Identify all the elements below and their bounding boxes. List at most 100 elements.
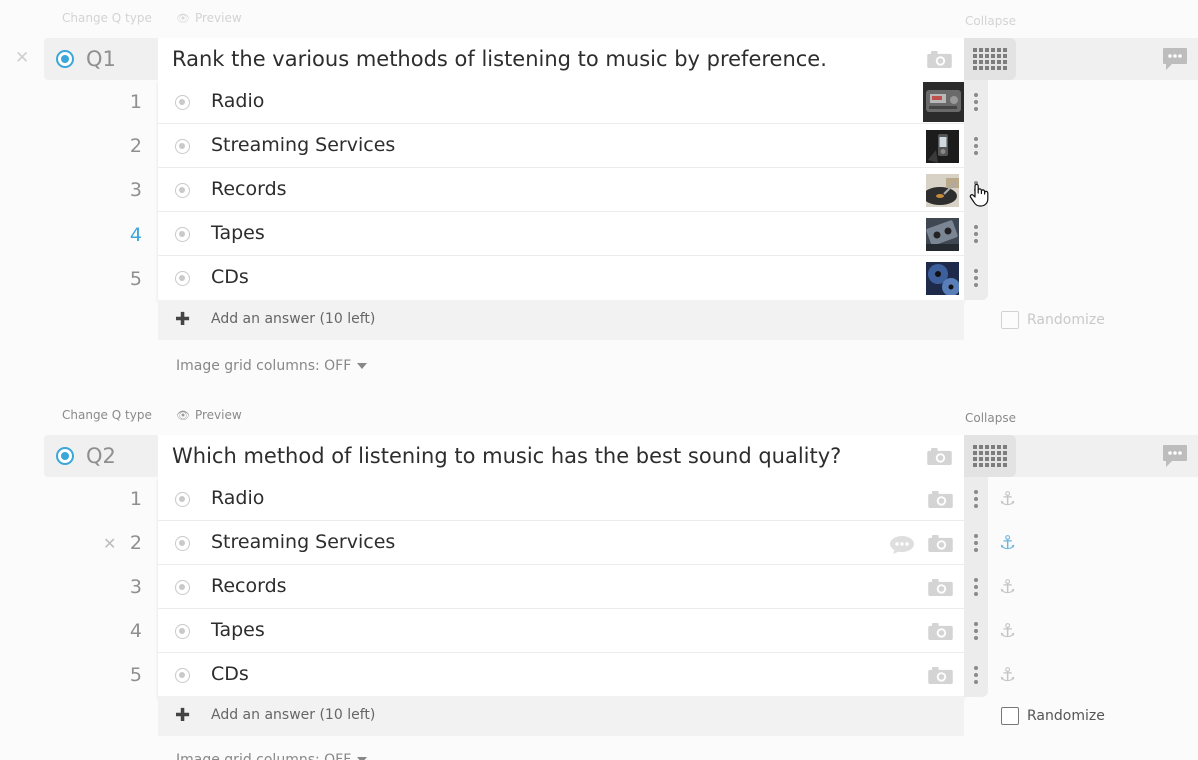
radio-image-thumbnail[interactable] [923,82,964,122]
hand-cursor-icon [969,183,989,207]
drag-handle[interactable] [964,565,988,609]
change-q-type-link[interactable]: Change Q type [62,408,152,422]
drag-handle[interactable] [964,256,988,300]
anchor-icon[interactable]: ⚓ [999,664,1016,686]
camera-icon[interactable] [928,579,953,596]
anchor-icon[interactable]: ⚓ [999,488,1016,510]
caret-down-icon [357,363,368,369]
answer-row: Records [158,168,964,212]
camera-icon[interactable] [928,667,953,684]
add-answer-label: Add an answer (10 left) [211,707,376,723]
radio-icon [175,624,190,639]
answer-row: Radio [158,477,964,521]
answer-number: 5 [129,664,142,686]
answer-text-input[interactable]: CDs [211,266,249,288]
answer-number: 4 [129,620,142,642]
radio-icon [175,227,190,242]
question-text-input[interactable]: Which method of listening to music has t… [158,435,964,477]
records-image-thumbnail[interactable] [926,174,959,207]
answer-number: 3 [129,179,142,201]
randomize-checkbox[interactable] [1001,311,1019,329]
add-answer-label: Add an answer (10 left) [211,311,376,327]
randomize-label: Randomize [1027,708,1105,724]
radio-icon [175,668,190,683]
camera-icon[interactable] [927,448,952,465]
image-grid-toggle-button[interactable] [964,435,1016,477]
comment-icon[interactable] [1162,444,1188,468]
answer-number: 2 [129,532,142,554]
question-type-radio-icon[interactable] [56,50,74,68]
randomize-label: Randomize [1027,312,1105,328]
radio-icon [175,139,190,154]
anchor-icon[interactable]: ⚓ [999,620,1016,642]
answer-text-input[interactable]: Radio [211,90,264,112]
eye-icon: 👁 [176,12,190,25]
image-grid-columns-label: Image grid columns: OFF [176,358,352,374]
answer-number: 3 [129,576,142,598]
answer-text-input[interactable]: CDs [211,663,249,685]
answer-text-input[interactable]: Records [211,575,287,597]
drag-handle[interactable] [964,212,988,256]
preview-label: Preview [194,11,242,25]
drag-handle[interactable] [964,80,988,124]
camera-icon[interactable] [928,535,953,552]
add-answer-button[interactable]: ✚ Add an answer (10 left) [158,696,964,736]
radio-icon [175,492,190,507]
drag-handle[interactable] [964,521,988,565]
drag-handle[interactable] [964,477,988,521]
question-type-radio-icon[interactable] [56,447,74,465]
anchor-icon[interactable]: ⚓ [999,532,1016,554]
answer-text-input[interactable]: Streaming Services [211,531,395,553]
radio-icon [175,95,190,110]
grid-icon [973,445,1007,467]
image-grid-columns-dropdown[interactable]: Image grid columns: OFF [176,752,368,760]
drag-handle[interactable] [964,124,988,168]
collapse-link[interactable]: Collapse [965,14,1016,28]
radio-icon [175,271,190,286]
delete-answer-icon[interactable]: ✕ [103,534,116,553]
radio-icon [175,183,190,198]
anchor-icon[interactable]: ⚓ [999,576,1016,598]
answer-number: 2 [129,135,142,157]
drag-handle-column [964,477,988,697]
answer-text-input[interactable]: Records [211,178,287,200]
radio-icon [175,580,190,595]
question-text-input[interactable]: Rank the various methods of listening to… [158,38,964,80]
answer-text-input[interactable]: Radio [211,487,264,509]
plus-icon: ✚ [175,309,191,330]
tapes-image-thumbnail[interactable] [926,218,959,251]
image-grid-toggle-button[interactable] [964,38,1016,80]
randomize-checkbox[interactable] [1001,707,1019,725]
answer-list: Radio Streaming Services Records Tapes C… [158,477,964,697]
change-q-type-link[interactable]: Change Q type [62,11,152,25]
answer-row: CDs [158,256,964,300]
streaming-image-thumbnail[interactable] [926,130,959,163]
drag-handle[interactable] [964,653,988,697]
image-grid-columns-label: Image grid columns: OFF [176,752,352,760]
camera-icon[interactable] [927,51,952,68]
answer-number: 1 [129,91,142,113]
answer-row: Records [158,565,964,609]
preview-link[interactable]: 👁 Preview [176,408,242,422]
answer-text-input[interactable]: Streaming Services [211,134,395,156]
answer-text-input[interactable]: Tapes [211,222,265,244]
question-number: Q2 [86,444,116,468]
camera-icon[interactable] [928,623,953,640]
cds-image-thumbnail[interactable] [926,262,959,295]
image-grid-columns-dropdown[interactable]: Image grid columns: OFF [176,358,368,374]
answer-number: 4 [129,224,142,246]
answer-row: Tapes [158,609,964,653]
preview-link[interactable]: 👁 Preview [176,11,242,25]
camera-icon[interactable] [928,491,953,508]
answer-text-input[interactable]: Tapes [211,619,265,641]
comment-icon[interactable] [1162,47,1188,71]
delete-question-icon[interactable]: ✕ [15,48,29,68]
comment-bubble-icon[interactable] [889,535,915,555]
answer-row: CDs [158,653,964,697]
plus-icon: ✚ [175,705,191,726]
answer-row: Streaming Services [158,521,964,565]
add-answer-button[interactable]: ✚ Add an answer (10 left) [158,300,964,340]
collapse-link[interactable]: Collapse [965,411,1016,425]
preview-label: Preview [194,408,242,422]
drag-handle[interactable] [964,609,988,653]
